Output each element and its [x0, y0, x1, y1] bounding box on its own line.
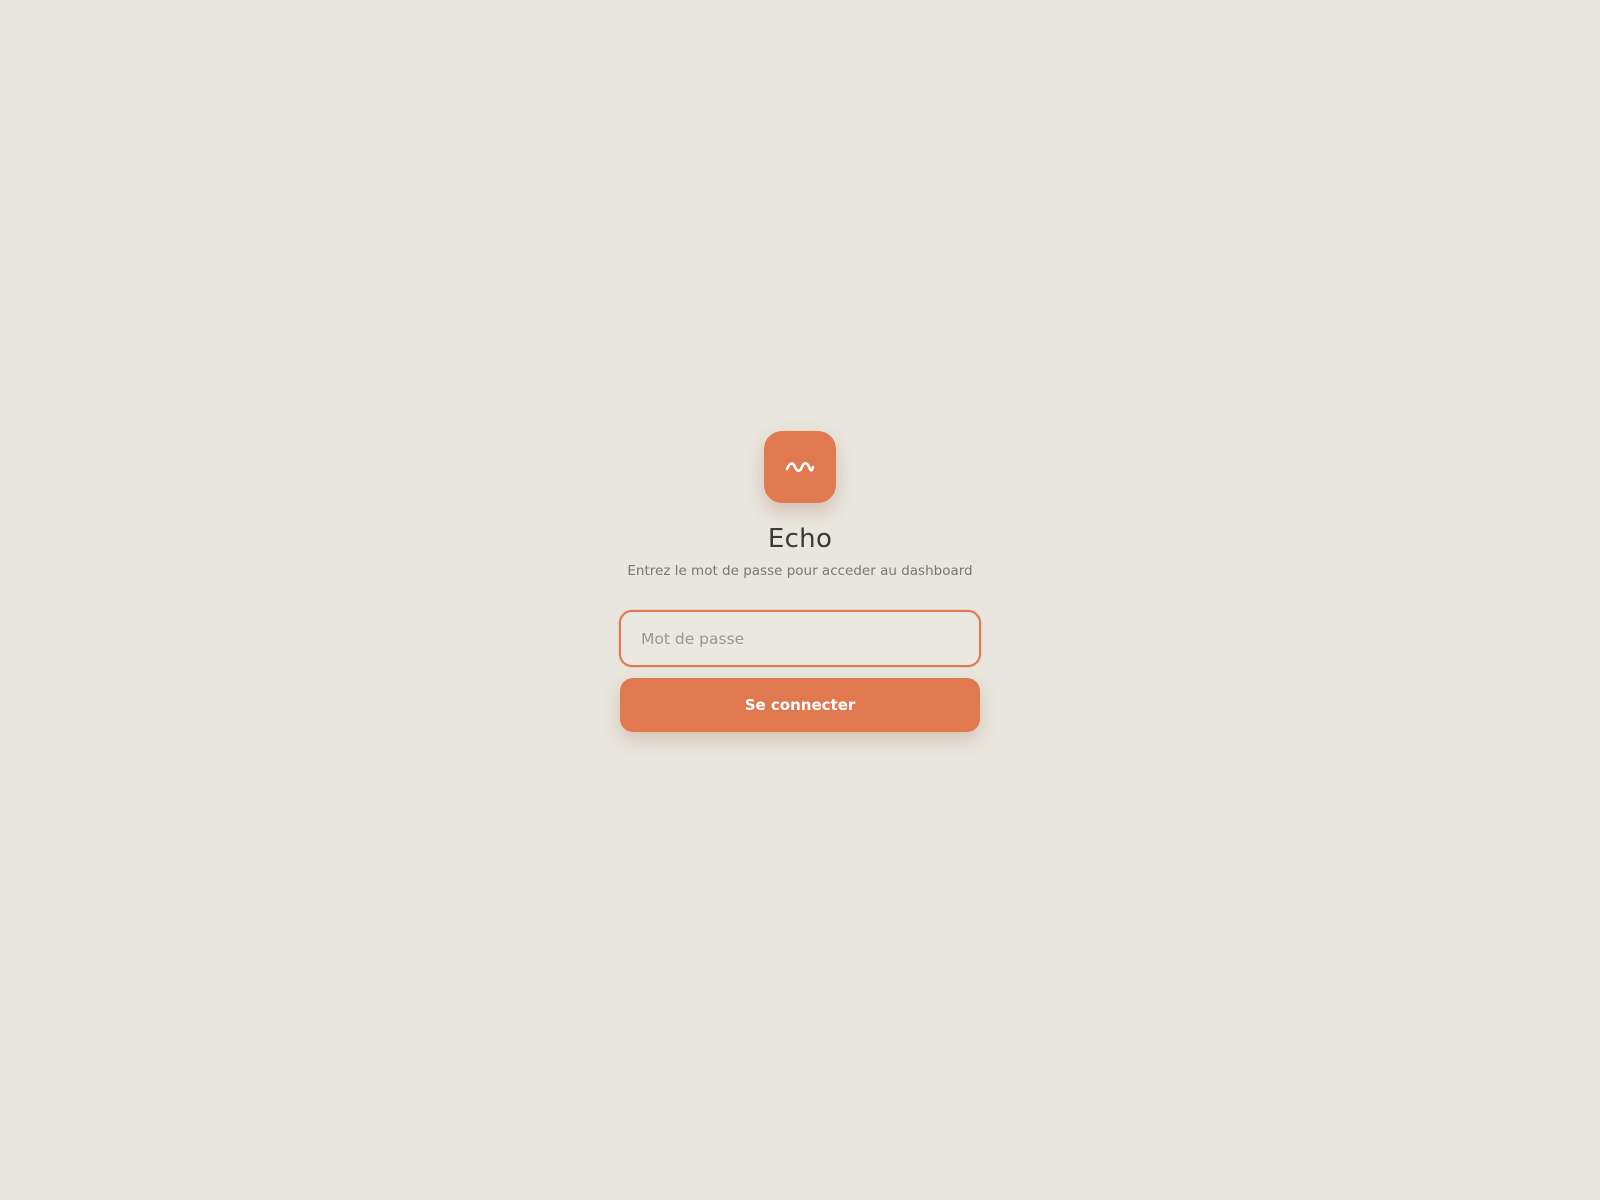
login-button[interactable]: Se connecter — [620, 678, 980, 732]
app-logo — [764, 431, 836, 503]
wave-icon — [785, 461, 815, 473]
password-input[interactable] — [619, 610, 981, 667]
login-card: Echo Entrez le mot de passe pour acceder… — [619, 431, 981, 732]
app-title: Echo — [767, 524, 833, 554]
app-subtitle: Entrez le mot de passe pour acceder au d… — [627, 563, 973, 579]
